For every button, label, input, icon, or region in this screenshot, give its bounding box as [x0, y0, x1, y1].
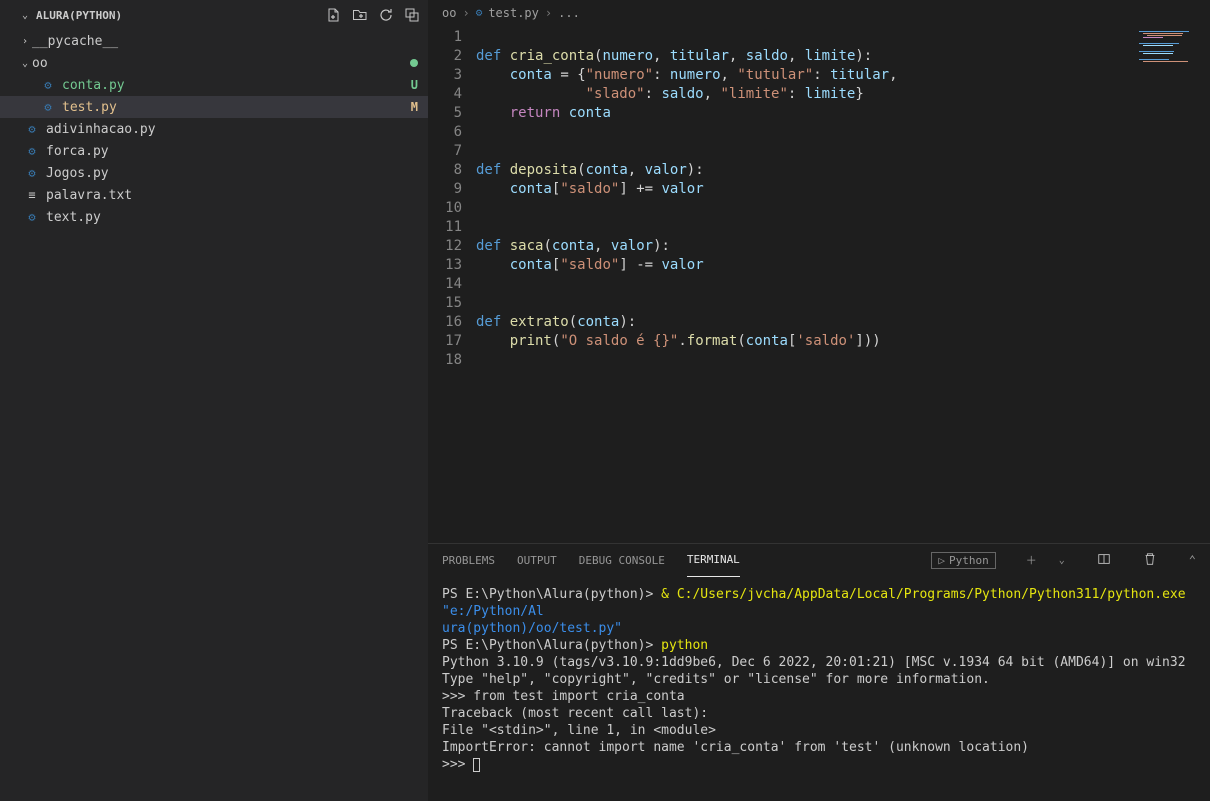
- file-label: conta.py: [62, 78, 125, 93]
- breadcrumb-folder: oo: [442, 6, 456, 20]
- terminal-line: Python 3.10.9 (tags/v3.10.9:1dd9be6, Dec…: [442, 654, 1196, 671]
- folder-pycache[interactable]: › __pycache__: [0, 30, 428, 52]
- new-folder-icon[interactable]: [352, 7, 368, 23]
- file-jogos[interactable]: ⚙ Jogos.py: [0, 162, 428, 184]
- chevron-right-icon: ›: [18, 36, 32, 47]
- git-status: U: [411, 78, 418, 92]
- git-dot-icon: [410, 59, 418, 67]
- terminal-line: Type "help", "copyright", "credits" or "…: [442, 671, 1196, 688]
- file-label: adivinhacao.py: [46, 122, 156, 137]
- folder-label: __pycache__: [32, 34, 118, 49]
- terminal-line: PS E:\Python\Alura(python)>: [442, 587, 661, 602]
- file-label: palavra.txt: [46, 188, 132, 203]
- python-icon: ⚙: [24, 210, 40, 224]
- terminal-name: Python: [949, 554, 989, 567]
- project-title: ALURA(PYTHON): [36, 9, 122, 22]
- explorer-header: ⌄ ALURA(PYTHON): [0, 0, 428, 30]
- file-conta-py[interactable]: ⚙ conta.py U: [0, 74, 428, 96]
- python-icon: ⚙: [24, 144, 40, 158]
- python-icon: ⚙: [40, 100, 56, 114]
- chevron-right-icon: ›: [462, 6, 469, 20]
- explorer-sidebar: ⌄ ALURA(PYTHON) › __pycache__ ⌄ oo ⚙ con…: [0, 0, 428, 801]
- file-adivinhacao[interactable]: ⚙ adivinhacao.py: [0, 118, 428, 140]
- line-gutter: 123456789101112131415161718: [428, 25, 476, 543]
- chevron-down-icon: ⌄: [18, 58, 32, 69]
- python-icon: ⚙: [24, 166, 40, 180]
- tab-debug-console[interactable]: DEBUG CONSOLE: [579, 544, 665, 577]
- terminal-selector[interactable]: ▷ Python: [931, 552, 995, 569]
- file-label: forca.py: [46, 144, 109, 159]
- chevron-down-icon[interactable]: ⌄: [1059, 555, 1065, 566]
- cursor-icon: [473, 758, 480, 772]
- explorer-actions: [326, 7, 420, 23]
- tab-terminal[interactable]: TERMINAL: [687, 544, 740, 577]
- chevron-down-icon[interactable]: ⌄: [18, 10, 32, 21]
- tab-problems[interactable]: PROBLEMS: [442, 544, 495, 577]
- new-terminal-icon[interactable]: ＋: [1026, 552, 1037, 568]
- kill-terminal-icon[interactable]: [1143, 552, 1157, 569]
- python-icon: ⚙: [476, 6, 483, 19]
- collapse-icon[interactable]: [404, 7, 420, 23]
- file-text[interactable]: ⚙ text.py: [0, 206, 428, 228]
- terminal-line: ImportError: cannot import name 'cria_co…: [442, 739, 1196, 756]
- terminal-line: >>> from test import cria_conta: [442, 688, 1196, 705]
- tab-output[interactable]: OUTPUT: [517, 544, 557, 577]
- chevron-up-icon[interactable]: ⌃: [1189, 553, 1196, 567]
- folder-oo[interactable]: ⌄ oo: [0, 52, 428, 74]
- breadcrumb[interactable]: oo › ⚙ test.py › ...: [428, 0, 1210, 25]
- minimap[interactable]: [1135, 25, 1210, 543]
- new-file-icon[interactable]: [326, 7, 342, 23]
- editor-area: oo › ⚙ test.py › ... 1234567891011121314…: [428, 0, 1210, 801]
- file-tree: › __pycache__ ⌄ oo ⚙ conta.py U ⚙ test.p…: [0, 30, 428, 801]
- terminal-content[interactable]: PS E:\Python\Alura(python)> & C:/Users/j…: [428, 576, 1210, 801]
- split-terminal-icon[interactable]: [1097, 552, 1111, 569]
- panel-tabs: PROBLEMS OUTPUT DEBUG CONSOLE TERMINAL ▷…: [428, 543, 1210, 576]
- terminal-line: File "<stdin>", line 1, in <module>: [442, 722, 1196, 739]
- python-icon: ⚙: [24, 122, 40, 136]
- breadcrumb-symbol: ...: [558, 6, 580, 20]
- text-editor[interactable]: 123456789101112131415161718 def cria_con…: [428, 25, 1210, 543]
- terminal-type-icon: ▷: [938, 554, 945, 567]
- code-content[interactable]: def cria_conta(numero, titular, saldo, l…: [476, 25, 1135, 543]
- text-icon: ≡: [24, 188, 40, 202]
- file-label: text.py: [46, 210, 101, 225]
- chevron-right-icon: ›: [545, 6, 552, 20]
- file-label: Jogos.py: [46, 166, 109, 181]
- file-test-py[interactable]: ⚙ test.py M: [0, 96, 428, 118]
- terminal-line: ura(python)/oo/test.py": [442, 621, 622, 636]
- terminal-line: Traceback (most recent call last):: [442, 705, 1196, 722]
- file-forca[interactable]: ⚙ forca.py: [0, 140, 428, 162]
- breadcrumb-file: test.py: [488, 6, 539, 20]
- git-status: M: [411, 100, 418, 114]
- folder-label: oo: [32, 56, 48, 71]
- refresh-icon[interactable]: [378, 7, 394, 23]
- file-palavra[interactable]: ≡ palavra.txt: [0, 184, 428, 206]
- file-label: test.py: [62, 100, 117, 115]
- terminal-line: PS E:\Python\Alura(python)>: [442, 638, 661, 653]
- python-icon: ⚙: [40, 78, 56, 92]
- terminal-prompt: >>>: [442, 757, 473, 772]
